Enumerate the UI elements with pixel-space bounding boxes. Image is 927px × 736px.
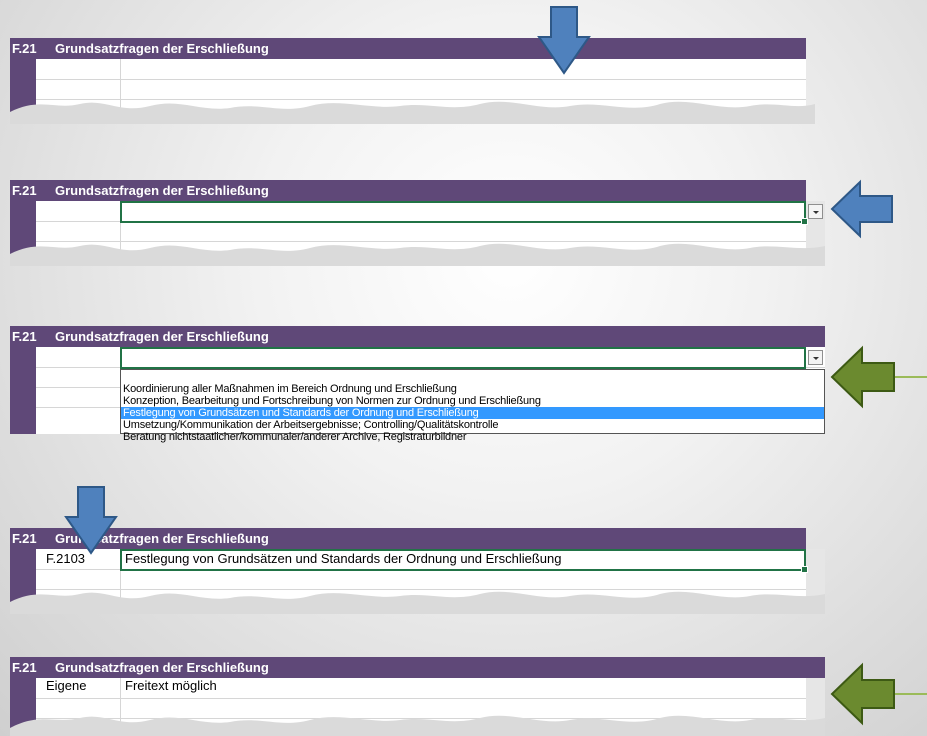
dropdown-list: Koordinierung aller Maßnahmen im Bereich…: [120, 369, 825, 443]
section-code: F.21: [12, 183, 37, 198]
dropdown-arrow-icon[interactable]: [808, 204, 823, 219]
cell-description: Festlegung von Grundsätzen und Standards…: [125, 551, 562, 566]
section-header: F.21 Grundsatzfragen der Erschließung: [10, 657, 825, 678]
arrow-down-icon: [537, 6, 591, 75]
torn-edge: [10, 243, 825, 266]
cell-code[interactable]: Eigene: [46, 678, 86, 696]
arrow-left-icon: [830, 662, 927, 726]
section-title: Grundsatzfragen der Erschließung: [55, 329, 269, 344]
cell-description[interactable]: Freitext möglich: [125, 678, 217, 696]
torn-edge: [10, 101, 815, 124]
section-code: F.21: [12, 329, 37, 344]
section-header: F.21 Grundsatzfragen der Erschließung: [10, 326, 825, 347]
section-title: Grundsatzfragen der Erschließung: [55, 41, 269, 56]
selected-cell[interactable]: [120, 201, 808, 225]
section-title: Grundsatzfragen der Erschließung: [55, 660, 269, 675]
torn-edge: [10, 591, 825, 614]
dropdown-option[interactable]: Konzeption, Bearbeitung und Fortschreibu…: [121, 395, 824, 407]
section-code: F.21: [12, 41, 37, 56]
section-header: F.21 Grundsatzfragen der Erschließung: [10, 38, 806, 59]
dropdown-option[interactable]: Koordinierung aller Maßnahmen im Bereich…: [121, 383, 824, 395]
arrow-left-icon: [830, 345, 927, 409]
section-title: Grundsatzfragen der Erschließung: [55, 183, 269, 198]
arrow-left-icon: [830, 179, 893, 239]
section-code: F.21: [12, 531, 37, 546]
selected-cell[interactable]: Festlegung von Grundsätzen und Standards…: [120, 549, 808, 573]
section-header: F.21 Grundsatzfragen der Erschließung: [10, 528, 806, 549]
dropdown-option[interactable]: Beratung nichtstaatlicher/kommunaler/and…: [121, 431, 824, 443]
section-header: F.21 Grundsatzfragen der Erschließung: [10, 180, 806, 201]
dropdown-option-highlighted[interactable]: Festlegung von Grundsätzen und Standards…: [121, 407, 824, 419]
selected-cell[interactable]: [120, 347, 806, 369]
cell-description[interactable]: [125, 59, 795, 79]
torn-edge: [10, 715, 825, 736]
section-code: F.21: [12, 660, 37, 675]
arrow-down-icon: [64, 486, 118, 555]
dropdown-arrow-icon[interactable]: [808, 350, 823, 365]
panel-3: F.21 Grundsatzfragen der Erschließung Ko…: [10, 326, 825, 443]
dropdown-option[interactable]: Umsetzung/Kommunikation der Arbeitsergeb…: [121, 419, 824, 431]
